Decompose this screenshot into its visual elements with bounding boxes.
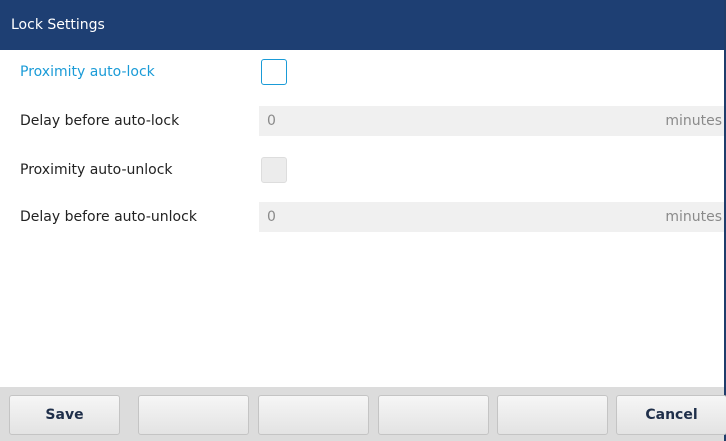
setting-label: Proximity auto-unlock	[20, 162, 173, 178]
cancel-button[interactable]: Cancel	[616, 395, 726, 435]
softkey-5[interactable]	[497, 395, 608, 435]
softkey-bar: Save Cancel	[0, 387, 726, 441]
softkey-3[interactable]	[258, 395, 369, 435]
lock-settings-screen: Lock Settings Proximity auto-lock Delay …	[0, 0, 726, 441]
unit-label: minutes	[665, 113, 722, 129]
save-button[interactable]: Save	[9, 395, 120, 435]
proximity-auto-lock-checkbox[interactable]	[261, 59, 287, 85]
delay-auto-lock-input[interactable]: 0 minutes	[259, 106, 724, 136]
setting-row-delay-auto-unlock[interactable]: Delay before auto-unlock 0 minutes	[0, 202, 724, 232]
unit-label: minutes	[665, 209, 722, 225]
setting-label: Delay before auto-unlock	[20, 209, 197, 225]
softkey-2[interactable]	[138, 395, 249, 435]
setting-label: Proximity auto-lock	[20, 64, 155, 80]
setting-row-delay-auto-lock[interactable]: Delay before auto-lock 0 minutes	[0, 106, 724, 136]
input-value: 0	[267, 209, 276, 225]
setting-row-proximity-auto-unlock[interactable]: Proximity auto-unlock	[0, 155, 724, 185]
setting-label: Delay before auto-lock	[20, 113, 180, 129]
title-bar: Lock Settings	[0, 0, 724, 50]
setting-row-proximity-auto-lock[interactable]: Proximity auto-lock	[0, 57, 724, 87]
page-title: Lock Settings	[11, 17, 105, 33]
softkey-4[interactable]	[378, 395, 489, 435]
input-value: 0	[267, 113, 276, 129]
proximity-auto-unlock-checkbox[interactable]	[261, 157, 287, 183]
delay-auto-unlock-input[interactable]: 0 minutes	[259, 202, 724, 232]
